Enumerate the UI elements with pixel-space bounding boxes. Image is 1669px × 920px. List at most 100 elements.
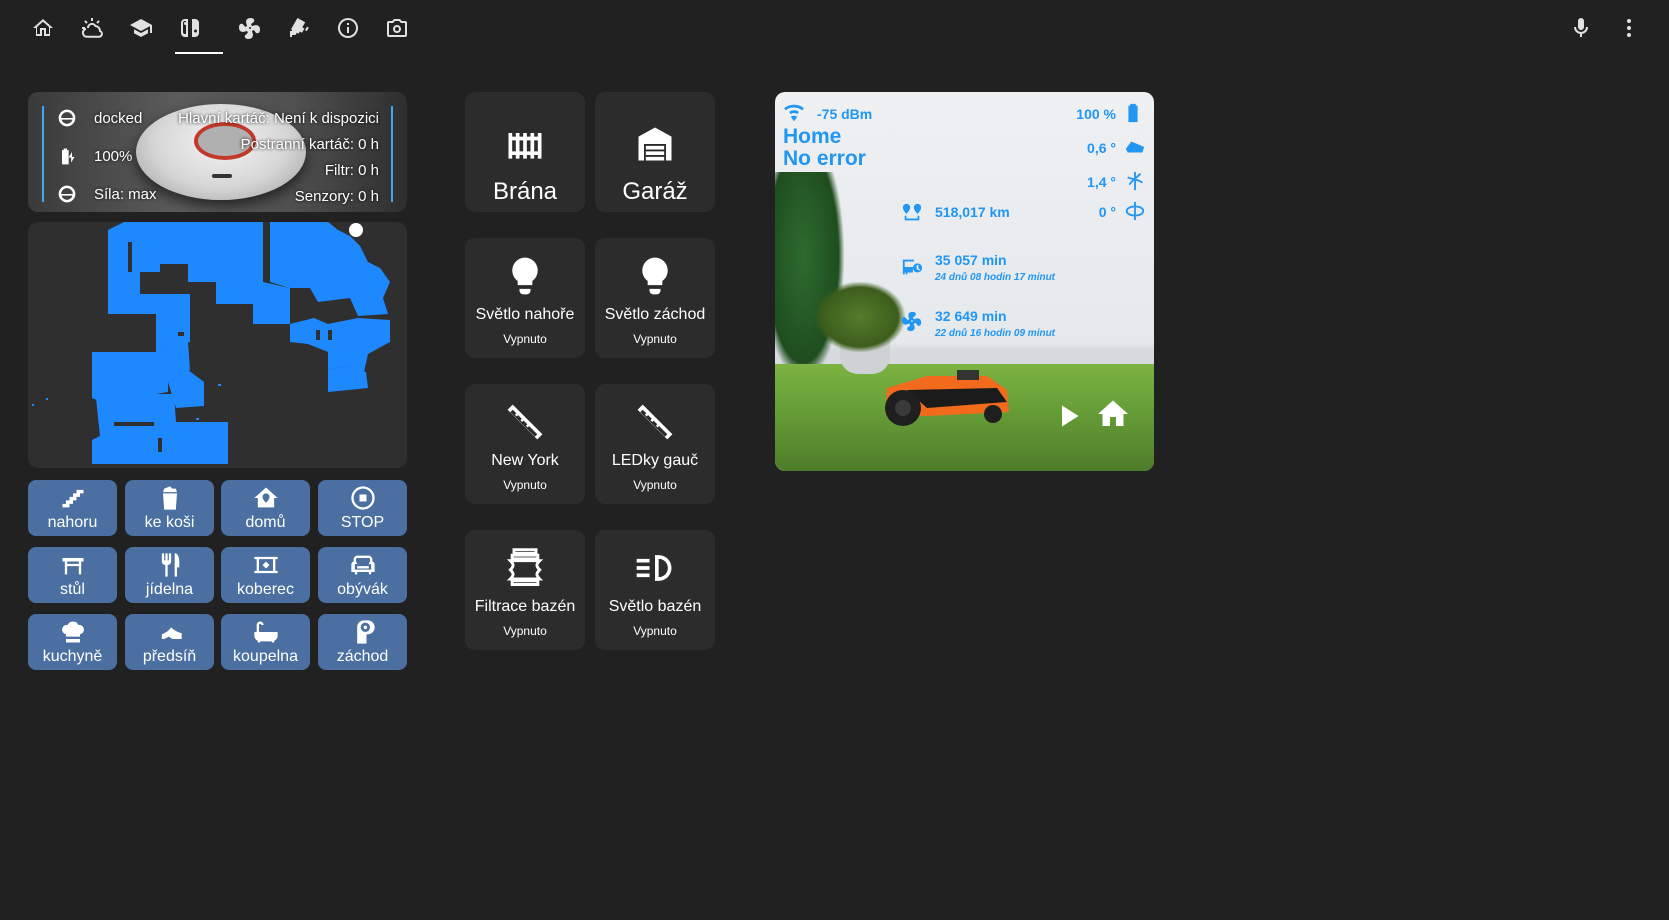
- mower-pitch: 0,6 °: [1087, 140, 1116, 156]
- wifi-icon: [783, 102, 805, 124]
- school-icon[interactable]: [121, 8, 161, 48]
- mower-error: No error: [783, 147, 866, 170]
- garage-icon: [633, 122, 677, 166]
- mower-card: -75 dBm 100 % Home No error 0,6 ° 1,4 ° …: [775, 92, 1154, 471]
- toilet-paper-icon: [356, 620, 375, 644]
- room-label: koberec: [237, 581, 294, 598]
- right-accent-bar: [391, 106, 393, 202]
- roll-icon: [1124, 170, 1146, 192]
- mower-blade-time-detail: 22 dnů 16 hodin 09 minut: [935, 328, 1056, 339]
- tile-name: New York: [491, 452, 559, 469]
- tile-name: Světlo záchod: [604, 306, 706, 323]
- home-icon[interactable]: [1095, 396, 1131, 432]
- vacuum-status-card[interactable]: docked 100% Síla: max Hlavní kartáč: Nen…: [28, 92, 407, 212]
- mower-work-time-detail: 24 dnů 08 hodin 17 minut: [935, 272, 1056, 283]
- tile-state: Vypnuto: [633, 478, 677, 492]
- gate-icon: [503, 122, 547, 166]
- home-map-marker-icon: [253, 487, 278, 508]
- tile-light-upstairs[interactable]: Světlo nahoře Vypnuto: [465, 238, 585, 358]
- tile-state: Vypnuto: [503, 624, 547, 638]
- room-label: kuchyně: [42, 648, 103, 665]
- sensors-status: Senzory: 0 h: [294, 188, 379, 205]
- tile-led-couch[interactable]: LEDky gauč Vypnuto: [595, 384, 715, 504]
- room-button-koberec[interactable]: koberec: [221, 547, 310, 603]
- wifi-signal: -75 dBm: [817, 106, 873, 122]
- silverware-icon: [161, 553, 179, 577]
- nintendo-switch-icon[interactable]: [170, 8, 210, 48]
- air-conditioner-icon[interactable]: [230, 8, 270, 48]
- tile-name: Světlo bazén: [608, 598, 702, 615]
- battery-charging-icon: [57, 146, 77, 166]
- play-icon[interactable]: [1050, 398, 1086, 434]
- bus-clock-icon: [901, 256, 923, 278]
- home-icon[interactable]: [23, 8, 63, 48]
- tile-name: Brána: [492, 178, 558, 205]
- room-button-domu[interactable]: domů: [221, 480, 310, 536]
- room-label: domů: [245, 514, 286, 531]
- tile-name: Garáž: [622, 178, 688, 205]
- microphone-icon[interactable]: [1561, 8, 1601, 48]
- mower-work-time: 35 057 min: [935, 252, 1007, 268]
- tile-garage[interactable]: Garáž: [595, 92, 715, 212]
- tile-gate[interactable]: Brána: [465, 92, 585, 212]
- room-button-nahoru[interactable]: nahoru: [28, 480, 117, 536]
- main-brush-status: Hlavní kartáč: Není k dispozici: [178, 110, 379, 127]
- room-label: nahoru: [47, 514, 98, 531]
- filter-icon: [503, 546, 547, 590]
- vacuum-status: docked: [94, 110, 143, 127]
- room-button-zachod[interactable]: záchod: [318, 614, 407, 670]
- trash-can-icon: [162, 486, 177, 510]
- tile-new-york[interactable]: New York Vypnuto: [465, 384, 585, 504]
- room-label: obývák: [337, 581, 388, 598]
- room-button-kuchyne[interactable]: kuchyně: [28, 614, 117, 670]
- tile-pool-filtration[interactable]: Filtrace bazén Vypnuto: [465, 530, 585, 650]
- cctv-icon[interactable]: [279, 8, 319, 48]
- stop-circle-icon: [350, 486, 375, 510]
- map-floorplan: [32, 222, 390, 464]
- tile-name: LEDky gauč: [611, 452, 699, 469]
- room-button-ke-kosi[interactable]: ke koši: [125, 480, 214, 536]
- stairs-icon: [62, 489, 83, 508]
- yaw-icon: [1124, 200, 1146, 222]
- weather-partly-cloudy-icon[interactable]: [72, 8, 112, 48]
- mower-battery: 100 %: [1076, 106, 1116, 122]
- vacuum-battery: 100%: [94, 148, 133, 165]
- tile-light-toilet[interactable]: Světlo záchod Vypnuto: [595, 238, 715, 358]
- tile-state: Vypnuto: [503, 332, 547, 346]
- rug-icon: [253, 556, 278, 574]
- mower-zone-status: Home No error: [783, 126, 866, 170]
- room-button-stop[interactable]: STOP: [318, 480, 407, 536]
- fan-icon: [901, 310, 923, 332]
- room-button-koupelna[interactable]: koupelna: [221, 614, 310, 670]
- left-accent-bar: [42, 106, 44, 202]
- camera-icon[interactable]: [377, 8, 417, 48]
- information-icon[interactable]: [328, 8, 368, 48]
- filter-status: Filtr: 0 h: [324, 162, 379, 179]
- room-button-predsin[interactable]: předsíň: [125, 614, 214, 670]
- room-button-stul[interactable]: stůl: [28, 547, 117, 603]
- side-brush-status: Postranní kartáč: 0 h: [240, 136, 379, 153]
- room-button-obyvak[interactable]: obývák: [318, 547, 407, 603]
- tile-name: Světlo nahoře: [475, 306, 575, 323]
- top-toolbar: [0, 0, 1669, 56]
- headlight-icon: [633, 546, 677, 590]
- vacuum-map[interactable]: [28, 222, 407, 468]
- pitch-icon: [1124, 136, 1146, 158]
- mower-blade-time: 32 649 min: [935, 308, 1007, 324]
- mower-distance: 518,017 km: [935, 204, 1010, 220]
- room-button-jidelna[interactable]: jídelna: [125, 547, 214, 603]
- lightbulb-icon: [503, 254, 547, 298]
- room-label: ke koši: [144, 514, 195, 531]
- mower-robot-image: [885, 370, 1009, 426]
- chef-hat-icon: [61, 621, 84, 643]
- table-icon: [62, 558, 83, 575]
- shoe-heel-icon: [157, 627, 182, 639]
- tile-state: Vypnuto: [633, 332, 677, 346]
- dots-vertical-icon[interactable]: [1609, 8, 1649, 48]
- tile-pool-light[interactable]: Světlo bazén Vypnuto: [595, 530, 715, 650]
- fan-speed-icon: [57, 184, 77, 204]
- vacuum-fan-power: Síla: max: [94, 186, 157, 203]
- active-tab-indicator: [175, 52, 223, 54]
- room-label: koupelna: [233, 648, 298, 665]
- mower-yaw: 0 °: [1098, 204, 1116, 220]
